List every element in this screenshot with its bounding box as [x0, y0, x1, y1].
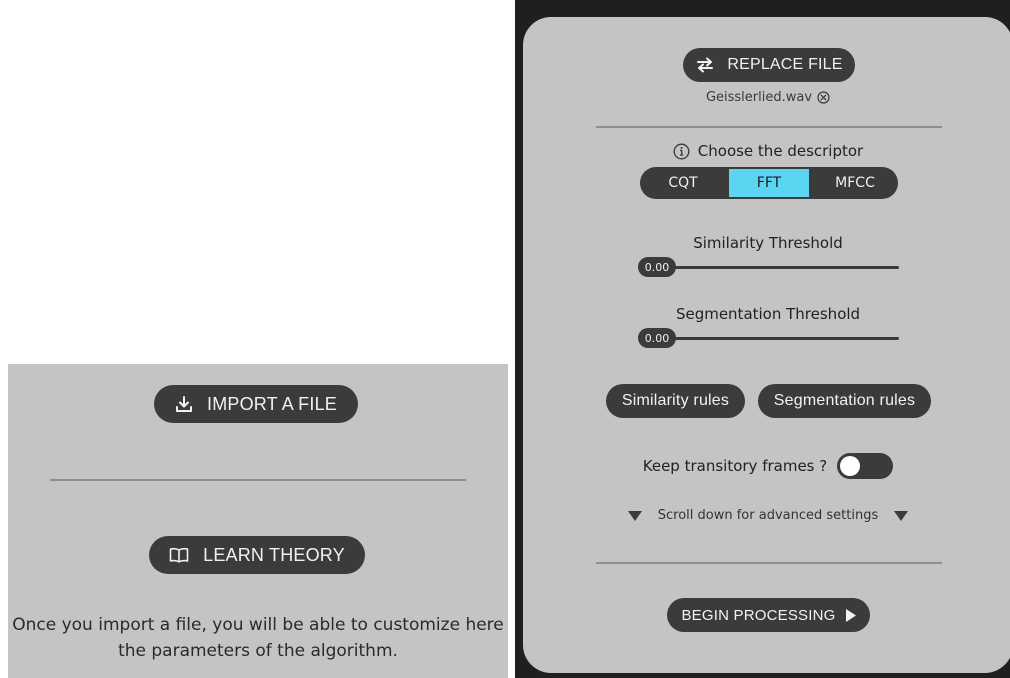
descriptor-selector: CQT FFT MFCC — [640, 167, 898, 199]
close-circle-icon[interactable] — [817, 91, 830, 104]
segmentation-threshold-slider[interactable]: 0.00 — [638, 328, 899, 348]
play-icon — [845, 608, 856, 622]
book-icon — [169, 547, 189, 563]
begin-processing-label: BEGIN PROCESSING — [681, 606, 836, 624]
keep-transitory-toggle[interactable] — [837, 453, 894, 479]
triangle-down-icon — [627, 510, 642, 521]
advanced-settings-hint: Scroll down for advanced settings — [523, 508, 1010, 523]
descriptor-option-mfcc[interactable]: MFCC — [812, 169, 898, 197]
toggle-knob — [840, 456, 861, 476]
triangle-down-icon — [894, 510, 909, 521]
descriptor-title: Choose the descriptor — [697, 142, 864, 160]
descriptor-heading: Choose the descriptor — [523, 142, 1010, 160]
left-panel: IMPORT A FILE LEARN THEORY Once you impo… — [8, 364, 508, 678]
divider-bottom — [596, 562, 942, 564]
file-info: Geisslerlied.wav — [523, 90, 1010, 105]
similarity-threshold-value[interactable]: 0.00 — [638, 257, 676, 277]
info-icon[interactable] — [673, 143, 690, 160]
similarity-threshold-label: Similarity Threshold — [693, 234, 843, 252]
slider-track[interactable] — [668, 337, 899, 340]
begin-processing-button[interactable]: BEGIN PROCESSING — [667, 598, 870, 632]
file-name: Geisslerlied.wav — [705, 90, 813, 105]
learn-theory-label: LEARN THEORY — [203, 544, 345, 565]
scroll-hint-text: Scroll down for advanced settings — [657, 508, 879, 523]
keep-transitory-label: Keep transitory frames ? — [642, 457, 828, 475]
import-file-label: IMPORT A FILE — [207, 393, 337, 414]
keep-transitory-row: Keep transitory frames ? — [523, 453, 1010, 479]
learn-theory-button[interactable]: LEARN THEORY — [149, 536, 365, 574]
segmentation-threshold-label: Segmentation Threshold — [675, 305, 861, 323]
slider-track[interactable] — [668, 266, 899, 269]
import-hint-text: Once you import a file, you will be able… — [12, 615, 504, 661]
divider-top — [596, 126, 942, 128]
replace-file-label: REPLACE FILE — [727, 56, 843, 73]
similarity-rules-button[interactable]: Similarity rules — [606, 384, 745, 418]
segmentation-threshold-value[interactable]: 0.00 — [638, 328, 676, 348]
segmentation-rules-button[interactable]: Segmentation rules — [758, 384, 931, 418]
descriptor-option-fft[interactable]: FFT — [729, 169, 809, 197]
replace-file-button[interactable]: REPLACE FILE — [683, 48, 855, 82]
download-icon — [175, 395, 193, 413]
descriptor-option-cqt[interactable]: CQT — [640, 169, 726, 197]
divider — [50, 479, 466, 481]
similarity-threshold-slider[interactable]: 0.00 — [638, 257, 899, 277]
swap-icon — [695, 57, 715, 73]
import-file-button[interactable]: IMPORT A FILE — [154, 385, 358, 423]
settings-panel: REPLACE FILE Geisslerlied.wav Choose the… — [523, 17, 1010, 673]
